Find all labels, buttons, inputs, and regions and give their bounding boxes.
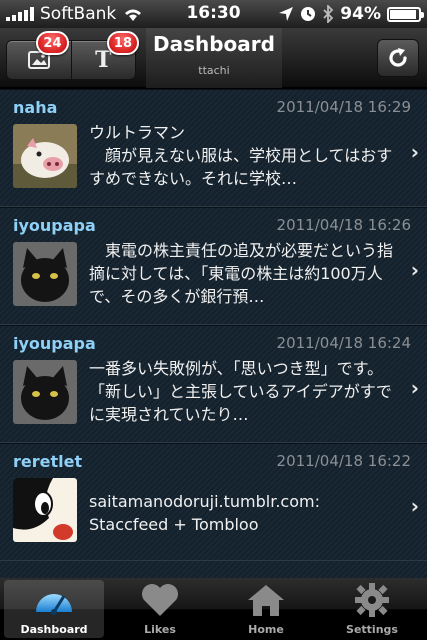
- heart-icon: [142, 584, 178, 616]
- disclosure-chevron-icon[interactable]: ›: [411, 494, 419, 518]
- text-posts-button[interactable]: T 18: [70, 31, 139, 79]
- tab-likes[interactable]: Likes: [110, 580, 210, 638]
- post-timestamp: 2011/04/18 16:26: [276, 216, 411, 234]
- photo-posts-button[interactable]: 24: [7, 31, 71, 79]
- post-body-text: saitamanodoruji.tumblr.com: Staccfeed + …: [89, 492, 320, 534]
- location-arrow-icon: [279, 7, 294, 21]
- refresh-button[interactable]: [377, 39, 419, 77]
- post-username[interactable]: naha: [13, 98, 57, 117]
- list-item[interactable]: iyoupapa 2011/04/18 16:24 一番多い失敗例が、「思いつき…: [0, 325, 427, 443]
- tab-dashboard[interactable]: Dashboard: [4, 580, 104, 638]
- post-username[interactable]: iyoupapa: [13, 216, 96, 235]
- list-item[interactable]: naha 2011/04/18 16:29 ウルトラマン 顔が見えない服は、学校…: [0, 89, 427, 207]
- refresh-icon: [389, 48, 407, 67]
- title-area: Dashboard ttachi: [146, 28, 282, 88]
- dashboard-post-list[interactable]: naha 2011/04/18 16:29 ウルトラマン 顔が見えない服は、学校…: [0, 89, 427, 578]
- post-timestamp: 2011/04/18 16:22: [276, 452, 411, 470]
- photo-count-badge: 24: [36, 31, 69, 55]
- disclosure-chevron-icon[interactable]: ›: [411, 376, 419, 400]
- bluetooth-icon: [323, 5, 334, 23]
- battery-icon: [387, 6, 424, 22]
- tab-home[interactable]: Home: [216, 580, 316, 638]
- avatar[interactable]: [13, 478, 77, 542]
- navigation-bar: 24 T 18 Dashboard ttachi: [0, 28, 427, 88]
- disclosure-chevron-icon[interactable]: ›: [411, 140, 419, 164]
- list-item[interactable]: iyoupapa 2011/04/18 16:26 東電の株主責任の追及が必要だ…: [0, 207, 427, 325]
- battery-percent: 94%: [340, 4, 381, 24]
- post-body-text: 一番多い失敗例が、「思いつき型」です。「新しい」と主張しているアイデアがすでに実…: [89, 359, 392, 424]
- post-body-text: ウルトラマン 顔が見えない服は、学校用としてはおすすめできない。それに学校…: [89, 123, 393, 188]
- tab-label: Likes: [144, 623, 176, 636]
- tab-label: Settings: [346, 623, 398, 636]
- avatar[interactable]: [13, 242, 77, 306]
- tab-label: Dashboard: [20, 623, 88, 636]
- disclosure-chevron-icon[interactable]: ›: [411, 258, 419, 282]
- post-type-segmented-control: 24 T 18: [6, 31, 139, 80]
- tab-bar: Dashboard Likes Home Settings: [0, 578, 427, 640]
- post-timestamp: 2011/04/18 16:29: [276, 98, 411, 116]
- avatar[interactable]: [13, 124, 77, 188]
- list-item[interactable]: reretlet 2011/04/18 16:22 saitamanodoruj…: [0, 443, 427, 561]
- post-timestamp: 2011/04/18 16:24: [276, 334, 411, 352]
- tab-settings[interactable]: Settings: [322, 580, 422, 638]
- status-bar: SoftBank 16:30 94%: [0, 0, 427, 28]
- gear-icon: [355, 583, 389, 617]
- alarm-clock-icon: [301, 7, 316, 21]
- post-username[interactable]: reretlet: [13, 452, 82, 471]
- page-title: Dashboard: [153, 32, 275, 56]
- account-name: ttachi: [198, 64, 230, 77]
- tab-label: Home: [248, 623, 284, 636]
- text-count-badge: 18: [106, 31, 139, 55]
- speedometer-icon: [36, 594, 72, 615]
- post-body-text: 東電の株主責任の追及が必要だという指摘に対しては、「東電の株主は約100万人で、…: [89, 241, 394, 306]
- post-username[interactable]: iyoupapa: [13, 334, 96, 353]
- avatar[interactable]: [13, 360, 77, 424]
- home-icon: [248, 585, 284, 616]
